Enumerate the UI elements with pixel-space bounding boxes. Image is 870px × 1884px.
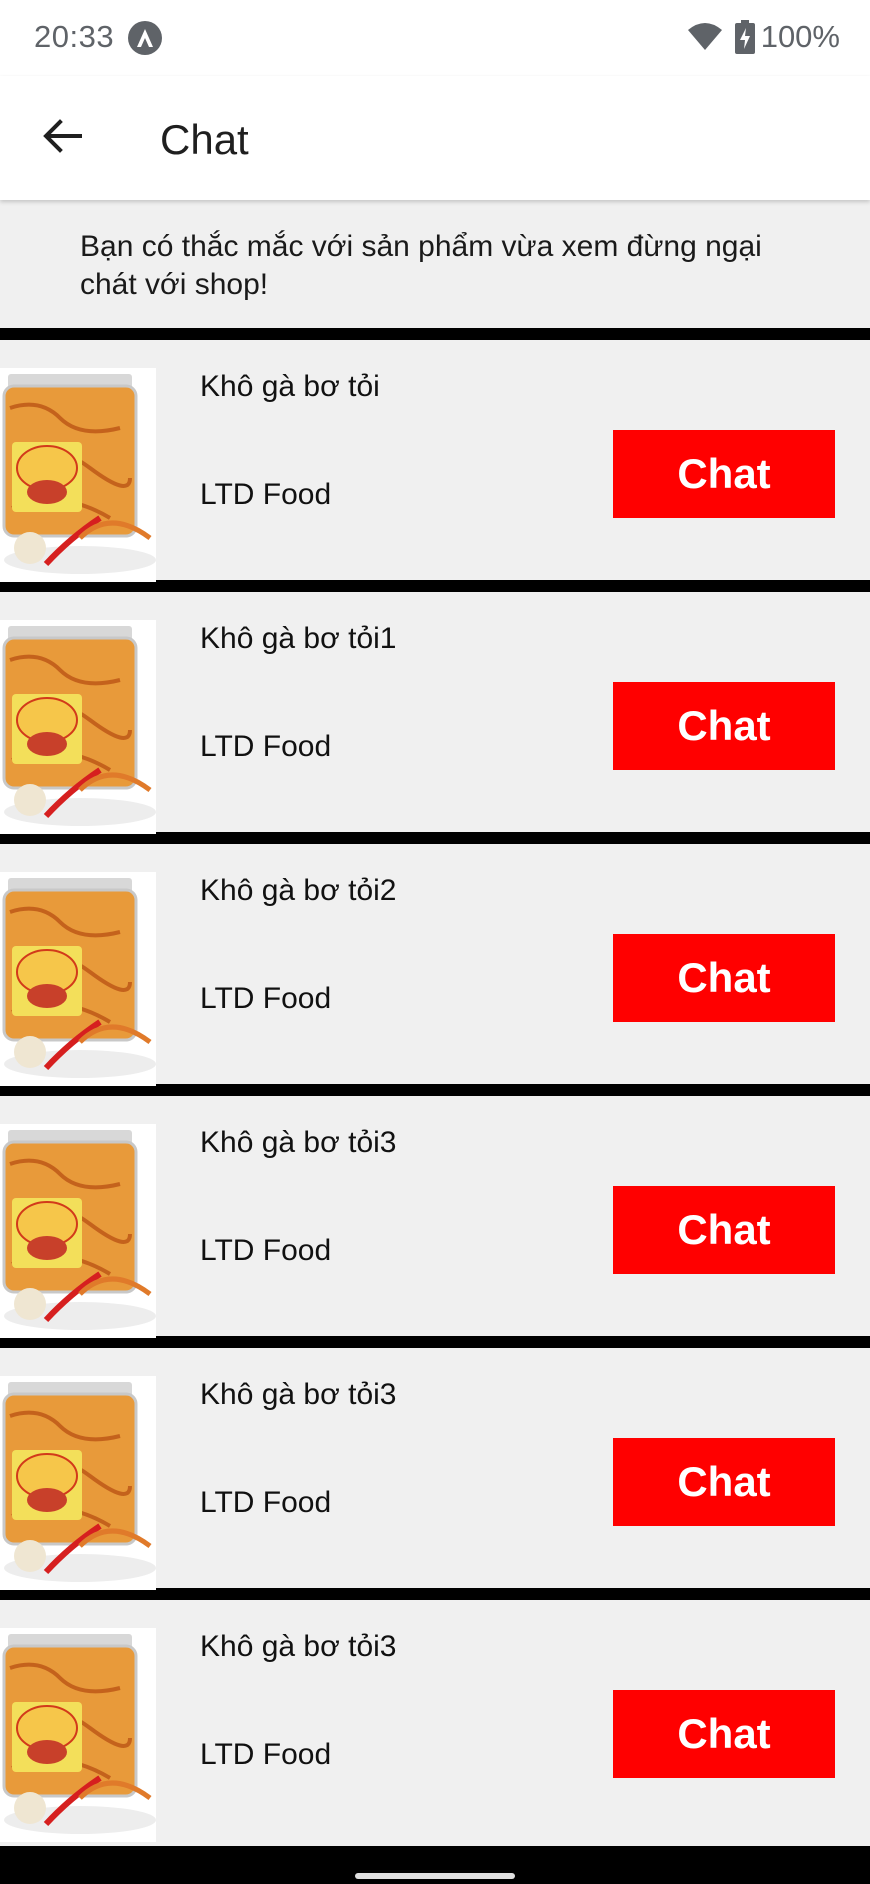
status-bar: 20:33 100% [0, 0, 870, 76]
chat-button[interactable]: Chat [613, 934, 835, 1022]
list-item: Khô gà bơ tỏi3 LTD Food Chat [0, 1348, 870, 1590]
list-item: Khô gà bơ tỏi2 LTD Food Chat [0, 844, 870, 1086]
product-image [0, 1628, 156, 1842]
list-item: Khô gà bơ tỏi3 LTD Food Chat [0, 1600, 870, 1842]
battery-charging-icon [734, 20, 755, 54]
shop-name: LTD Food [200, 478, 332, 511]
chat-button[interactable]: Chat [613, 430, 835, 518]
navigation-bar [0, 1846, 870, 1884]
app-notification-icon [128, 21, 162, 55]
product-image [0, 620, 156, 834]
list-item: Khô gà bơ tỏi LTD Food Chat [0, 340, 870, 582]
product-name: Khô gà bơ tỏi [200, 370, 380, 403]
product-image [0, 1124, 156, 1338]
chat-button[interactable]: Chat [613, 1690, 835, 1778]
home-gesture-handle[interactable] [355, 1873, 515, 1879]
divider [0, 328, 870, 340]
product-name: Khô gà bơ tỏi1 [200, 622, 397, 655]
product-name: Khô gà bơ tỏi2 [200, 874, 397, 907]
shop-name: LTD Food [200, 1486, 332, 1519]
product-chat-list: Khô gà bơ tỏi LTD Food Chat Khô gà bơ tỏ… [0, 340, 870, 1842]
shop-name: LTD Food [200, 982, 332, 1015]
chat-button[interactable]: Chat [613, 1438, 835, 1526]
list-item: Khô gà bơ tỏi3 LTD Food Chat [0, 1096, 870, 1338]
chat-button[interactable]: Chat [613, 1186, 835, 1274]
back-button[interactable] [30, 106, 94, 170]
product-image [0, 1376, 156, 1590]
list-item: Khô gà bơ tỏi1 LTD Food Chat [0, 592, 870, 834]
status-icons: 100% [687, 19, 840, 55]
chat-screen: 20:33 100% Chat Bạn có thắc mắc với sản … [0, 0, 870, 1884]
product-image [0, 872, 156, 1086]
page-title: Chat [160, 116, 249, 163]
product-name: Khô gà bơ tỏi3 [200, 1630, 397, 1663]
battery-percentage: 100% [760, 19, 840, 54]
product-name: Khô gà bơ tỏi3 [200, 1378, 397, 1411]
arrow-left-icon [42, 118, 82, 159]
intro-text: Bạn có thắc mắc với sản phẩm vừa xem đừn… [80, 230, 762, 301]
product-image [0, 368, 156, 582]
product-name: Khô gà bơ tỏi3 [200, 1126, 397, 1159]
chat-button[interactable]: Chat [613, 682, 835, 770]
app-bar: Chat [0, 76, 870, 200]
shop-name: LTD Food [200, 1738, 332, 1771]
shop-name: LTD Food [200, 1234, 332, 1267]
wifi-icon [687, 22, 723, 52]
shop-name: LTD Food [200, 730, 332, 763]
status-time: 20:33 [34, 19, 115, 54]
